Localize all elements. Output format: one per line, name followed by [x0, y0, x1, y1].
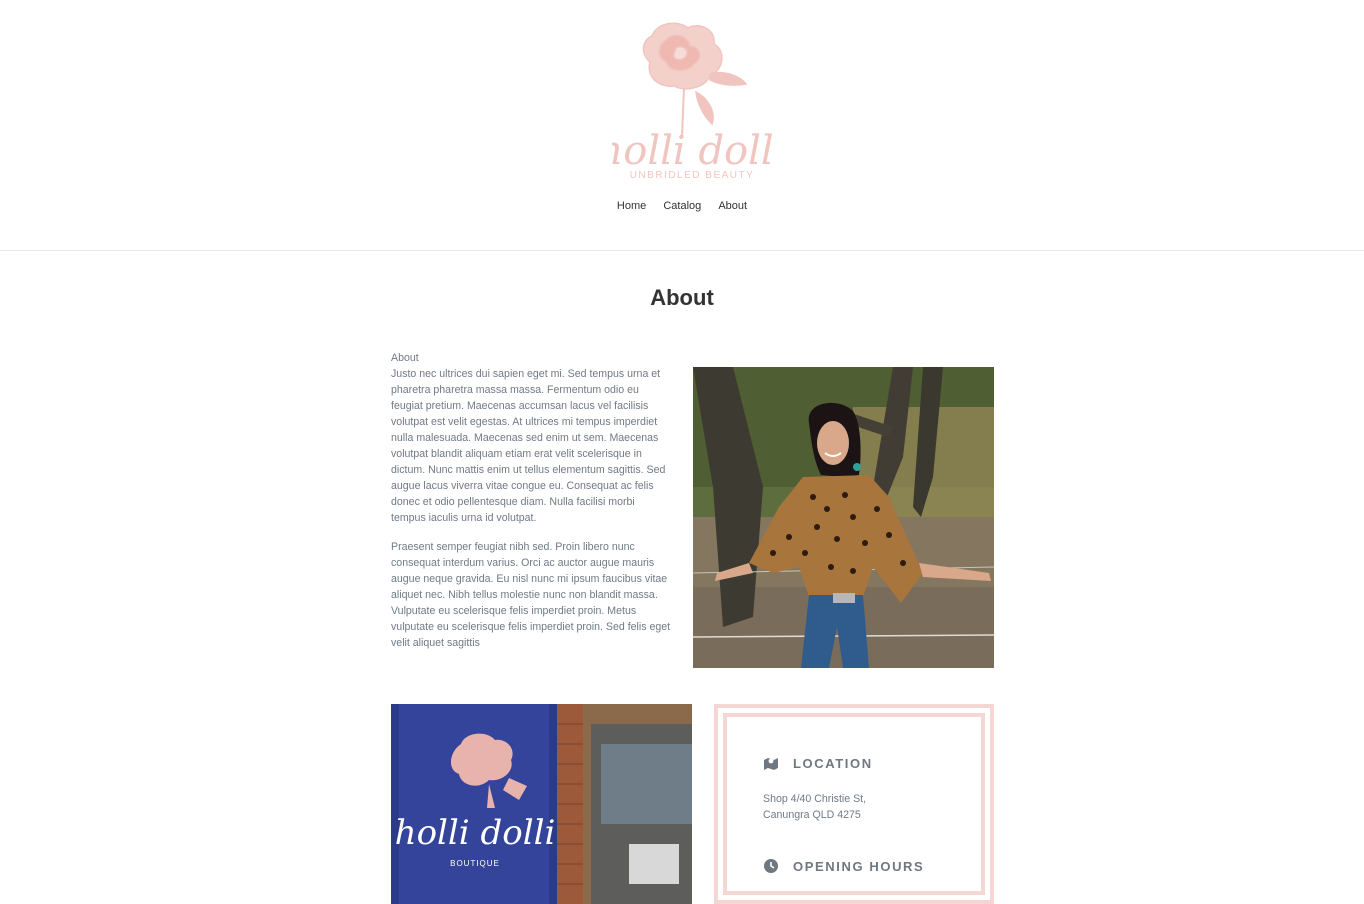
about-paragraph-1: Justo nec ultrices dui sapien eget mi. S… [391, 368, 666, 524]
store-info-box: LOCATION Shop 4/40 Christie St, Canungra… [714, 704, 994, 904]
store-sign-logo: holli dolli [395, 813, 556, 853]
store-sign-sub: BOUTIQUE [450, 859, 500, 868]
store-photo-image: holli dolli BOUTIQUE [391, 704, 692, 904]
nav-item-catalog[interactable]: Catalog [663, 200, 701, 212]
svg-text:holli dolli: holli dolli [612, 128, 772, 174]
address-line-2: Canungra QLD 4275 [763, 809, 861, 821]
brand-logo[interactable]: holli dolli UNBRIDLED BEAUTY [597, 16, 787, 188]
map-location-icon [764, 758, 778, 770]
about-copy: About Justo nec ultrices dui sapien eget… [391, 350, 671, 668]
owner-photo [693, 367, 994, 668]
nav-item-about[interactable]: About [718, 200, 747, 212]
page-title: About [650, 285, 714, 310]
location-heading-label: LOCATION [793, 755, 873, 771]
store-info-inner: LOCATION Shop 4/40 Christie St, Canungra… [723, 713, 985, 895]
site-header: holli dolli UNBRIDLED BEAUTY Home Catalo… [0, 0, 1364, 251]
brand-tagline: UNBRIDLED BEAUTY [629, 170, 755, 181]
address-line-1: Shop 4/40 Christie St, [763, 793, 867, 805]
store-address: Shop 4/40 Christie St, Canungra QLD 4275 [763, 791, 866, 823]
clock-icon [764, 859, 778, 873]
hours-heading-label: OPENING HOURS [793, 858, 925, 874]
owner-photo-image [693, 367, 994, 668]
main-nav: Home Catalog About [0, 200, 1364, 212]
nav-item-home[interactable]: Home [617, 200, 646, 212]
store-photo: holli dolli BOUTIQUE [391, 704, 692, 904]
about-heading: About [391, 352, 419, 364]
location-heading: LOCATION [763, 755, 873, 771]
about-paragraph-2: Praesent semper feugiat nibh sed. Proin … [391, 541, 671, 649]
hours-heading: OPENING HOURS [763, 858, 924, 874]
rose-logo-icon: holli dolli [597, 22, 787, 174]
